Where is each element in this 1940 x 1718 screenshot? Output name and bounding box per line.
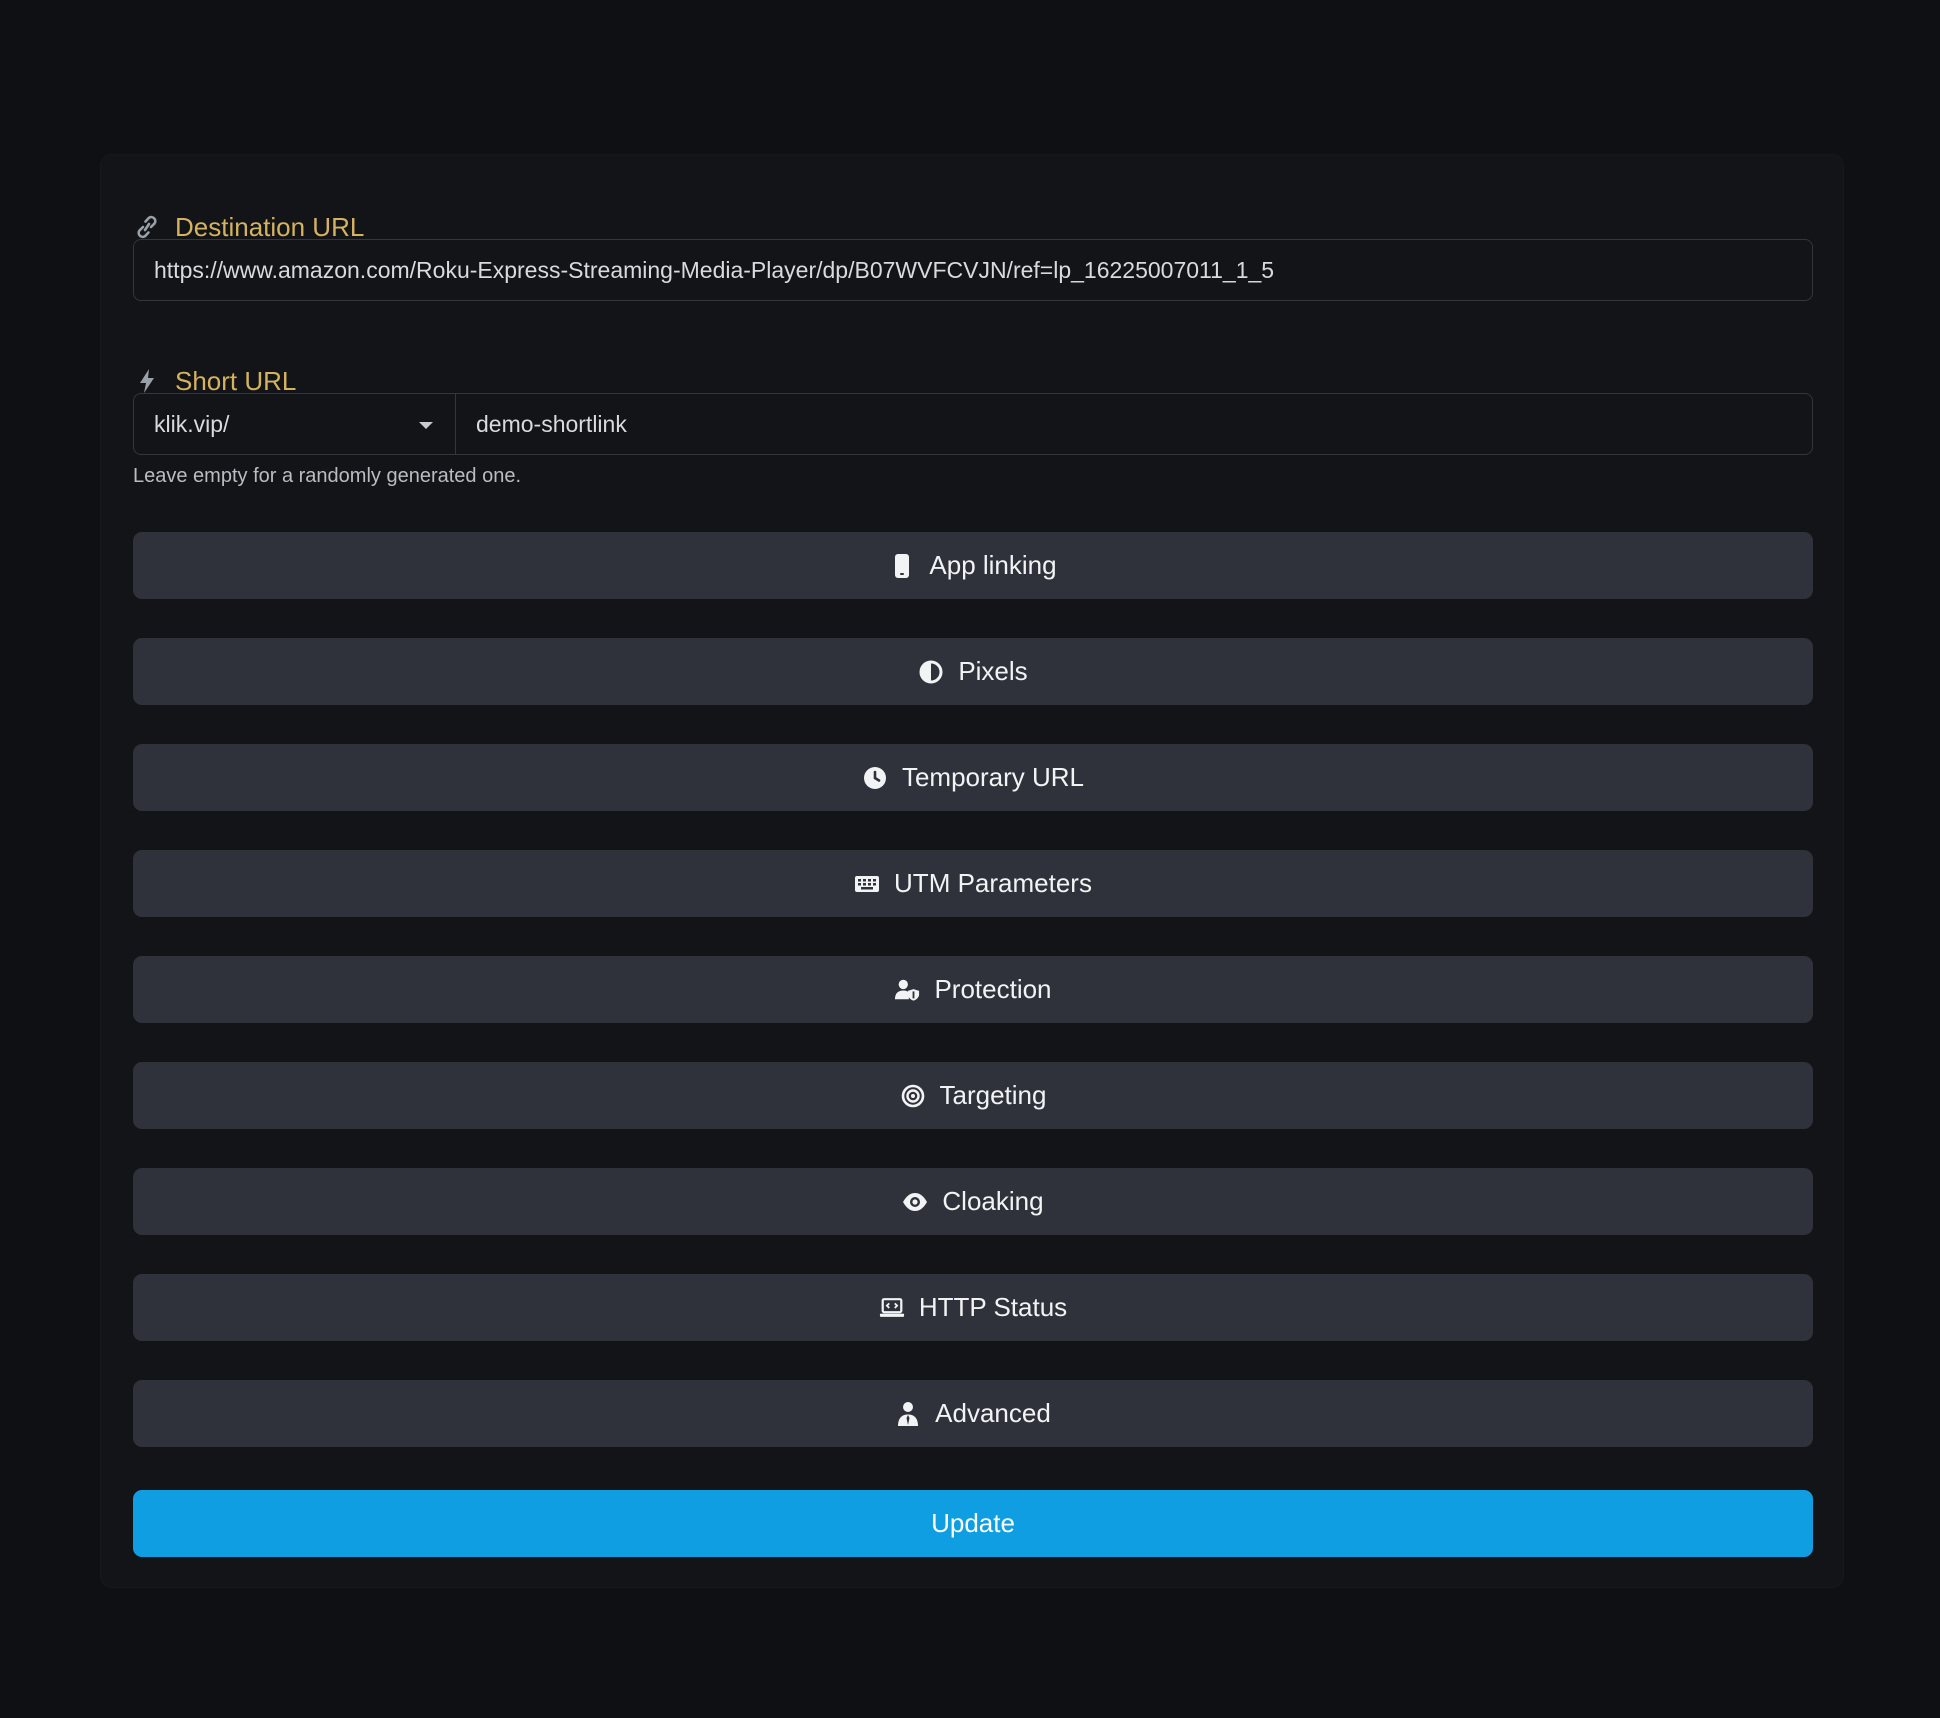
http-status-label: HTTP Status — [918, 1292, 1068, 1322]
http-status-button[interactable]: HTTP Status — [133, 1274, 1813, 1341]
temporary-url-label: Temporary URL — [901, 762, 1085, 792]
targeting-button[interactable]: Targeting — [133, 1062, 1813, 1129]
cloaking-button[interactable]: Cloaking — [133, 1168, 1813, 1235]
slug-help-text: Leave empty for a randomly generated one… — [133, 465, 522, 487]
pixels-button[interactable]: Pixels — [133, 638, 1813, 705]
destination-url-label-text: Destination URL — [175, 211, 365, 242]
adjust-icon — [918, 659, 944, 685]
mobile-icon — [889, 553, 915, 579]
app-linking-label: App linking — [929, 550, 1057, 580]
utm-parameters-label: UTM Parameters — [894, 868, 1092, 898]
chevron-down-icon — [419, 422, 433, 429]
user-tie-icon — [895, 1401, 921, 1427]
user-shield-icon — [894, 977, 920, 1003]
domain-select-value: klik.vip/ — [154, 410, 230, 437]
utm-parameters-button[interactable]: UTM Parameters — [133, 850, 1813, 917]
advanced-label: Advanced — [935, 1398, 1051, 1428]
clock-icon — [862, 765, 888, 791]
link-icon — [133, 213, 161, 241]
laptop-code-icon — [879, 1295, 905, 1321]
link-form-card: Destination URL https://www.amazon.com/R… — [100, 154, 1844, 1588]
eye-icon — [902, 1189, 928, 1215]
domain-select[interactable]: klik.vip/ — [133, 393, 455, 455]
keyboard-icon — [854, 871, 880, 897]
slug-input[interactable]: demo-shortlink — [455, 393, 1813, 455]
targeting-label: Targeting — [939, 1080, 1047, 1110]
short-url-label-text: Short URL — [175, 365, 297, 396]
bolt-icon — [133, 367, 161, 395]
update-button[interactable]: Update — [133, 1490, 1813, 1557]
protection-label: Protection — [934, 974, 1052, 1004]
advanced-button[interactable]: Advanced — [133, 1380, 1813, 1447]
temporary-url-button[interactable]: Temporary URL — [133, 744, 1813, 811]
cloaking-label: Cloaking — [942, 1186, 1044, 1216]
app-linking-button[interactable]: App linking — [133, 532, 1813, 599]
destination-url-input[interactable]: https://www.amazon.com/Roku-Express-Stre… — [133, 239, 1813, 301]
pixels-label: Pixels — [958, 656, 1028, 686]
protection-button[interactable]: Protection — [133, 956, 1813, 1023]
bullseye-icon — [900, 1083, 926, 1109]
